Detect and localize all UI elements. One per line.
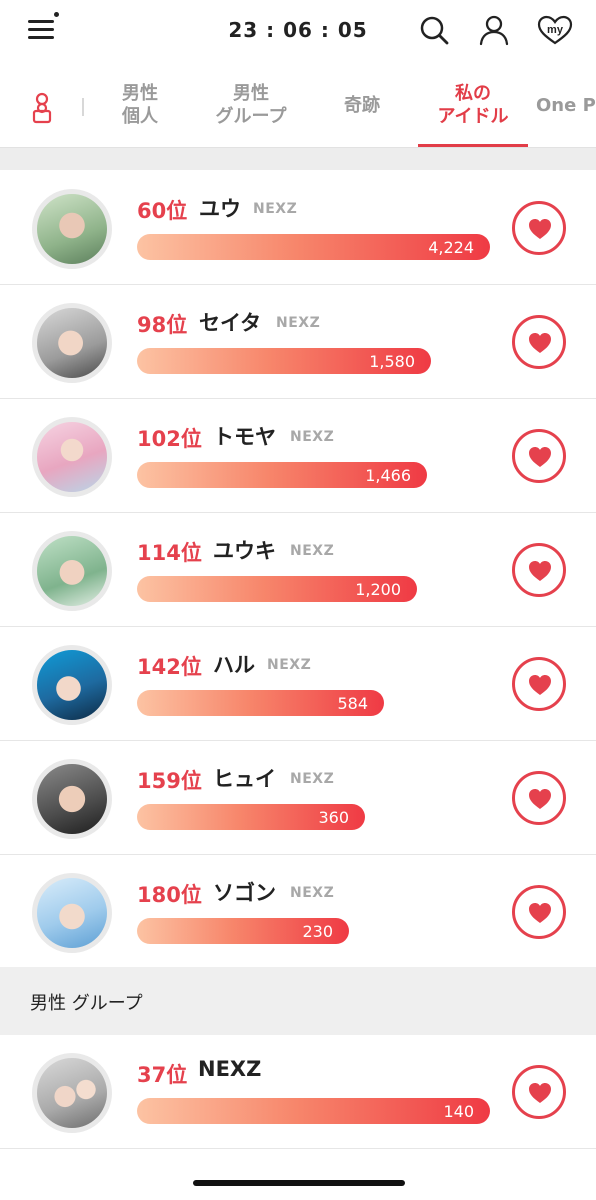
idol-row[interactable]: 98位 セイタ NEXZ 1,580 <box>0 285 596 399</box>
vote-count: 1,580 <box>369 352 415 371</box>
rank-label: 114位 <box>137 541 202 565</box>
group-name: NEXZ <box>198 1057 262 1081</box>
group-tag: NEXZ <box>290 429 335 445</box>
idol-row[interactable]: 102位 トモヤ NEXZ 1,466 <box>0 399 596 513</box>
vote-heart-button[interactable] <box>512 315 566 369</box>
avatar <box>32 873 112 953</box>
avatar <box>32 645 112 725</box>
home-indicator <box>193 1180 405 1186</box>
vote-bar: 140 <box>137 1098 490 1124</box>
avatar <box>32 303 112 383</box>
rank-label: 37位 <box>137 1063 188 1087</box>
idol-name: セイタ <box>199 311 262 335</box>
vote-count: 1,200 <box>355 580 401 599</box>
my-label: my <box>547 24 564 36</box>
tab-miracle[interactable]: 奇跡 <box>332 94 392 117</box>
tab-separator <box>82 98 84 116</box>
vote-heart-button[interactable] <box>512 543 566 597</box>
avatar <box>32 531 112 611</box>
idol-name: トモヤ <box>213 425 276 449</box>
idol-row[interactable]: 142位 ハル NEXZ 584 <box>0 627 596 741</box>
heart-icon <box>529 333 551 353</box>
vote-count: 4,224 <box>428 238 474 257</box>
rank-label: 142位 <box>137 655 202 679</box>
idol-name: ユウ <box>199 197 241 221</box>
heart-icon <box>529 1083 551 1103</box>
heart-icon <box>529 675 551 695</box>
idol-name: ハル <box>213 653 255 677</box>
section-divider <box>0 148 596 170</box>
vote-count: 584 <box>337 694 368 713</box>
idol-row[interactable]: 60位 ユウ NEXZ 4,224 <box>0 171 596 285</box>
my-heart-icon[interactable]: my <box>536 14 574 46</box>
avatar <box>32 189 112 269</box>
vote-bar: 1,466 <box>137 462 427 488</box>
vote-heart-button[interactable] <box>512 771 566 825</box>
avatar <box>32 759 112 839</box>
top-bar: 23 : 06 : 05 my <box>0 0 596 60</box>
vote-count: 140 <box>443 1102 474 1121</box>
tab-one-p[interactable]: One P <box>536 94 596 117</box>
rank-label: 98位 <box>137 313 188 337</box>
vote-heart-button[interactable] <box>512 657 566 711</box>
group-tag: NEXZ <box>290 771 335 787</box>
vote-heart-button[interactable] <box>512 429 566 483</box>
gift-icon[interactable] <box>28 92 56 124</box>
heart-icon <box>529 219 551 239</box>
vote-bar: 230 <box>137 918 349 944</box>
vote-bar: 1,580 <box>137 348 431 374</box>
heart-icon <box>529 789 551 809</box>
rank-label: 60位 <box>137 199 188 223</box>
group-section-header: 男性 グループ <box>0 967 596 1035</box>
group-tag: NEXZ <box>290 885 335 901</box>
idol-name: ヒュイ <box>213 767 276 791</box>
rank-label: 102位 <box>137 427 202 451</box>
heart-icon <box>529 447 551 467</box>
rank-label: 159位 <box>137 769 202 793</box>
group-tag: NEXZ <box>290 543 335 559</box>
vote-count: 230 <box>302 922 333 941</box>
vote-heart-button[interactable] <box>512 885 566 939</box>
search-icon[interactable] <box>418 14 450 46</box>
group-tag: NEXZ <box>267 657 312 673</box>
vote-count: 1,466 <box>365 466 411 485</box>
avatar <box>32 417 112 497</box>
rank-label: 180位 <box>137 883 202 907</box>
tab-male-group[interactable]: 男性 グループ <box>204 82 298 128</box>
vote-heart-button[interactable] <box>512 201 566 255</box>
idol-name: ユウキ <box>213 539 276 563</box>
tab-male-individual[interactable]: 男性 個人 <box>108 82 172 128</box>
idol-row[interactable]: 114位 ユウキ NEXZ 1,200 <box>0 513 596 627</box>
vote-bar: 1,200 <box>137 576 417 602</box>
vote-bar: 584 <box>137 690 384 716</box>
idol-row[interactable]: 159位 ヒュイ NEXZ 360 <box>0 741 596 855</box>
user-icon[interactable] <box>478 14 510 46</box>
notification-dot <box>54 12 59 17</box>
group-tag: NEXZ <box>253 201 298 217</box>
vote-heart-button[interactable] <box>512 1065 566 1119</box>
active-tab-indicator <box>418 144 528 147</box>
vote-count: 360 <box>318 808 349 827</box>
section-title: 男性 グループ <box>30 993 143 1014</box>
heart-icon <box>529 903 551 923</box>
idol-name: ソゴン <box>213 881 276 905</box>
tab-my-idol[interactable]: 私の アイドル <box>426 82 520 128</box>
vote-bar: 4,224 <box>137 234 490 260</box>
group-ranking-row[interactable]: 37位 NEXZ 140 <box>0 1035 596 1149</box>
heart-icon <box>529 561 551 581</box>
avatar <box>32 1053 112 1133</box>
idol-row[interactable]: 180位 ソゴン NEXZ 230 <box>0 855 596 969</box>
vote-bar: 360 <box>137 804 365 830</box>
group-tag: NEXZ <box>276 315 321 331</box>
category-tabs: 男性 個人 男性 グループ 奇跡 私の アイドル One P <box>0 70 596 148</box>
